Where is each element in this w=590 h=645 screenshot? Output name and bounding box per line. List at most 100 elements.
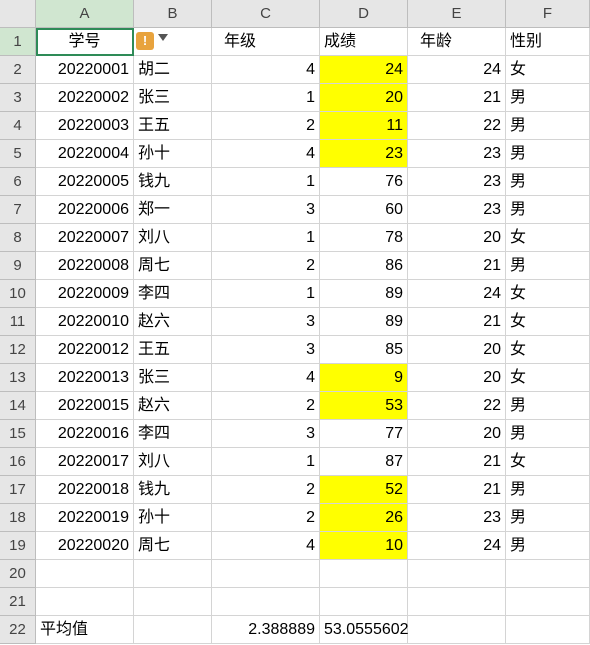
- cell-E7[interactable]: 23: [408, 196, 506, 224]
- cell-D4[interactable]: 11: [320, 112, 408, 140]
- cell-B7[interactable]: 郑一: [134, 196, 212, 224]
- cell-F15[interactable]: 男: [506, 420, 590, 448]
- cell-F18[interactable]: 男: [506, 504, 590, 532]
- cell-A11[interactable]: 20220010: [36, 308, 134, 336]
- cell-B16[interactable]: 刘八: [134, 448, 212, 476]
- cell-A12[interactable]: 20220012: [36, 336, 134, 364]
- cell-F11[interactable]: 女: [506, 308, 590, 336]
- cell-C12[interactable]: 3: [212, 336, 320, 364]
- cell-C10[interactable]: 1: [212, 280, 320, 308]
- cell-F6[interactable]: 男: [506, 168, 590, 196]
- cell-B15[interactable]: 李四: [134, 420, 212, 448]
- cell-C18[interactable]: 2: [212, 504, 320, 532]
- cell-E15[interactable]: 20: [408, 420, 506, 448]
- dropdown-caret-icon[interactable]: [158, 34, 168, 41]
- cell-E20[interactable]: [408, 560, 506, 588]
- cell-B1[interactable]: !: [134, 28, 212, 56]
- cell-F10[interactable]: 女: [506, 280, 590, 308]
- cell-A14[interactable]: 20220015: [36, 392, 134, 420]
- cell-A2[interactable]: 20220001: [36, 56, 134, 84]
- cell-F13[interactable]: 女: [506, 364, 590, 392]
- cell-E4[interactable]: 22: [408, 112, 506, 140]
- cell-B22[interactable]: [134, 616, 212, 644]
- cell-D17[interactable]: 52: [320, 476, 408, 504]
- cell-E1[interactable]: 年龄: [408, 28, 506, 56]
- cell-A5[interactable]: 20220004: [36, 140, 134, 168]
- cell-A17[interactable]: 20220018: [36, 476, 134, 504]
- cell-C22[interactable]: 2.388889: [212, 616, 320, 644]
- cell-B2[interactable]: 胡二: [134, 56, 212, 84]
- cell-D7[interactable]: 60: [320, 196, 408, 224]
- cell-A16[interactable]: 20220017: [36, 448, 134, 476]
- cell-E18[interactable]: 23: [408, 504, 506, 532]
- cell-D5[interactable]: 23: [320, 140, 408, 168]
- cell-B12[interactable]: 王五: [134, 336, 212, 364]
- cell-B6[interactable]: 钱九: [134, 168, 212, 196]
- cell-A18[interactable]: 20220019: [36, 504, 134, 532]
- cell-D22[interactable]: 53.05556021.80333648467: [320, 616, 408, 644]
- row-header-20[interactable]: 20: [0, 560, 36, 588]
- cell-F3[interactable]: 男: [506, 84, 590, 112]
- cell-D2[interactable]: 24: [320, 56, 408, 84]
- cell-D9[interactable]: 86: [320, 252, 408, 280]
- cell-C5[interactable]: 4: [212, 140, 320, 168]
- cell-D15[interactable]: 77: [320, 420, 408, 448]
- row-header-12[interactable]: 12: [0, 336, 36, 364]
- cell-B20[interactable]: [134, 560, 212, 588]
- row-header-21[interactable]: 21: [0, 588, 36, 616]
- error-indicator-icon[interactable]: !: [136, 32, 154, 50]
- col-header-D[interactable]: D: [320, 0, 408, 28]
- cell-B4[interactable]: 王五: [134, 112, 212, 140]
- cell-C6[interactable]: 1: [212, 168, 320, 196]
- cell-B19[interactable]: 周七: [134, 532, 212, 560]
- cell-D18[interactable]: 26: [320, 504, 408, 532]
- row-header-11[interactable]: 11: [0, 308, 36, 336]
- cell-B13[interactable]: 张三: [134, 364, 212, 392]
- cell-A21[interactable]: [36, 588, 134, 616]
- cell-E11[interactable]: 21: [408, 308, 506, 336]
- cell-B3[interactable]: 张三: [134, 84, 212, 112]
- cell-E19[interactable]: 24: [408, 532, 506, 560]
- cell-F19[interactable]: 男: [506, 532, 590, 560]
- row-header-19[interactable]: 19: [0, 532, 36, 560]
- cell-C7[interactable]: 3: [212, 196, 320, 224]
- cell-B18[interactable]: 孙十: [134, 504, 212, 532]
- cell-B5[interactable]: 孙十: [134, 140, 212, 168]
- row-header-8[interactable]: 8: [0, 224, 36, 252]
- cell-E12[interactable]: 20: [408, 336, 506, 364]
- cell-E22[interactable]: [408, 616, 506, 644]
- row-header-13[interactable]: 13: [0, 364, 36, 392]
- cell-E8[interactable]: 20: [408, 224, 506, 252]
- col-header-E[interactable]: E: [408, 0, 506, 28]
- select-all-corner[interactable]: [0, 0, 36, 28]
- cell-F21[interactable]: [506, 588, 590, 616]
- cell-E9[interactable]: 21: [408, 252, 506, 280]
- row-header-18[interactable]: 18: [0, 504, 36, 532]
- cell-D8[interactable]: 78: [320, 224, 408, 252]
- cell-D12[interactable]: 85: [320, 336, 408, 364]
- cell-D11[interactable]: 89: [320, 308, 408, 336]
- cell-B10[interactable]: 李四: [134, 280, 212, 308]
- row-header-2[interactable]: 2: [0, 56, 36, 84]
- cell-D21[interactable]: [320, 588, 408, 616]
- cell-A10[interactable]: 20220009: [36, 280, 134, 308]
- cell-D1[interactable]: 成绩: [320, 28, 408, 56]
- cell-E10[interactable]: 24: [408, 280, 506, 308]
- cell-C16[interactable]: 1: [212, 448, 320, 476]
- cell-C11[interactable]: 3: [212, 308, 320, 336]
- cell-F20[interactable]: [506, 560, 590, 588]
- cell-C8[interactable]: 1: [212, 224, 320, 252]
- cell-C19[interactable]: 4: [212, 532, 320, 560]
- cell-D14[interactable]: 53: [320, 392, 408, 420]
- cell-A20[interactable]: [36, 560, 134, 588]
- cell-C15[interactable]: 3: [212, 420, 320, 448]
- cell-D6[interactable]: 76: [320, 168, 408, 196]
- col-header-B[interactable]: B: [134, 0, 212, 28]
- cell-B21[interactable]: [134, 588, 212, 616]
- cell-E5[interactable]: 23: [408, 140, 506, 168]
- row-header-15[interactable]: 15: [0, 420, 36, 448]
- cell-D20[interactable]: [320, 560, 408, 588]
- cell-A15[interactable]: 20220016: [36, 420, 134, 448]
- cell-C20[interactable]: [212, 560, 320, 588]
- cell-A4[interactable]: 20220003: [36, 112, 134, 140]
